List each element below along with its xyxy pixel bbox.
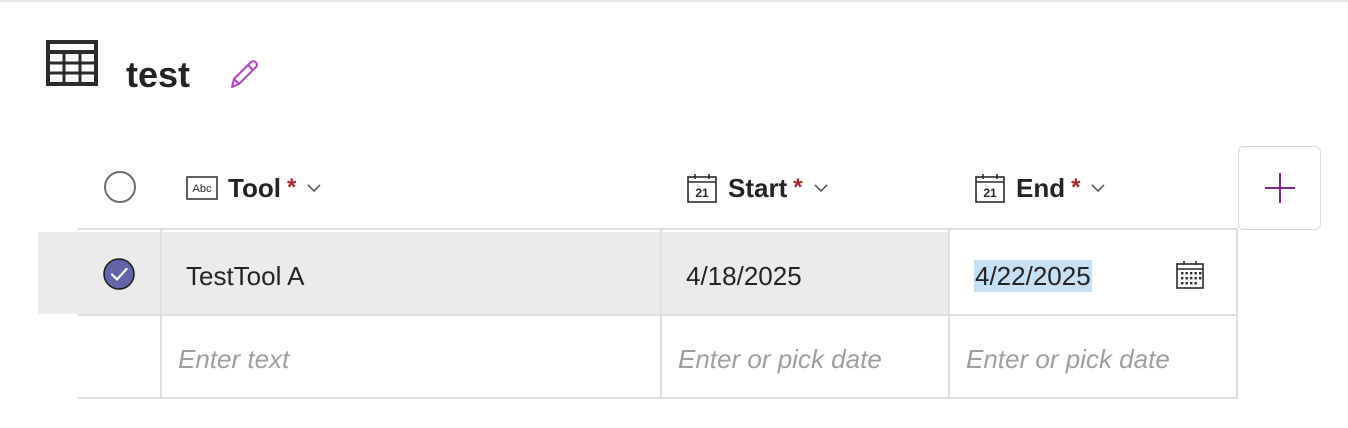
row-checkbox-checked[interactable] bbox=[103, 258, 135, 290]
svg-text:21: 21 bbox=[983, 186, 997, 200]
chevron-down-icon[interactable] bbox=[813, 180, 829, 196]
calendar-icon[interactable] bbox=[1174, 259, 1206, 291]
selected-row-background bbox=[38, 232, 950, 314]
svg-text:21: 21 bbox=[695, 186, 709, 200]
new-row-tool-input[interactable]: Enter text bbox=[178, 343, 289, 375]
chevron-down-icon[interactable] bbox=[1090, 180, 1106, 196]
new-row-end-input[interactable]: Enter or pick date bbox=[966, 343, 1170, 375]
column-name: Tool bbox=[228, 172, 281, 203]
required-marker: * bbox=[793, 174, 803, 201]
chevron-down-icon[interactable] bbox=[306, 180, 322, 196]
column-divider bbox=[660, 230, 662, 399]
text-field-icon: Abc bbox=[186, 176, 218, 200]
column-divider bbox=[948, 230, 950, 399]
date-field-icon: 21 bbox=[975, 174, 1005, 203]
add-column-button[interactable] bbox=[1238, 146, 1321, 230]
required-marker: * bbox=[286, 174, 297, 201]
column-name: Start bbox=[728, 172, 788, 203]
header-divider bbox=[78, 228, 1238, 230]
column-header-tool[interactable]: Abc Tool * bbox=[186, 166, 322, 210]
data-grid: Abc Tool * 21 Start * 21 End * TestTool … bbox=[0, 0, 1348, 428]
start-cell[interactable]: 4/18/2025 bbox=[686, 260, 802, 292]
required-marker: * bbox=[1071, 174, 1081, 201]
new-row-start-input[interactable]: Enter or pick date bbox=[678, 343, 882, 375]
column-divider bbox=[1236, 230, 1238, 399]
column-header-start[interactable]: 21 Start * bbox=[686, 166, 829, 210]
end-date-input[interactable]: 4/22/2025 bbox=[974, 260, 1092, 292]
column-divider bbox=[160, 230, 162, 399]
column-header-end[interactable]: 21 End * bbox=[974, 166, 1106, 210]
date-field-icon: 21 bbox=[687, 174, 717, 203]
column-name: End bbox=[1016, 172, 1066, 203]
select-all-checkbox[interactable] bbox=[104, 171, 136, 203]
tool-cell[interactable]: TestTool A bbox=[186, 260, 305, 292]
svg-text:Abc: Abc bbox=[193, 183, 212, 195]
row-divider bbox=[78, 314, 1238, 316]
plus-icon bbox=[1265, 173, 1295, 203]
row-divider bbox=[78, 397, 1238, 399]
